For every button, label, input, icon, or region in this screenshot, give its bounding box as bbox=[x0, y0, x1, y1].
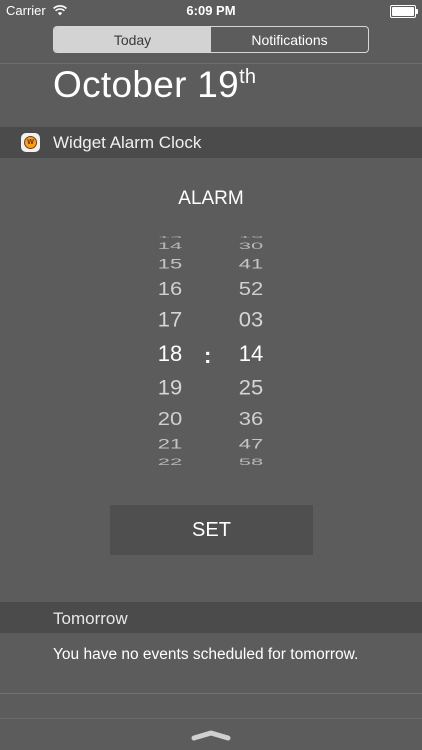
status-bar: Carrier 6:09 PM bbox=[0, 0, 422, 22]
widget-header[interactable]: W Widget Alarm Clock bbox=[0, 127, 422, 158]
time-separator: : bbox=[204, 343, 212, 368]
hour-option[interactable]: 22 bbox=[145, 458, 195, 466]
divider bbox=[0, 693, 422, 694]
minute-option[interactable]: 52 bbox=[226, 280, 276, 298]
minute-option[interactable]: 19 bbox=[226, 236, 276, 238]
minute-option[interactable]: 30 bbox=[226, 241, 276, 250]
hour-option[interactable]: 16 bbox=[145, 280, 195, 298]
minute-option[interactable]: 41 bbox=[226, 256, 276, 271]
minute-option[interactable]: 47 bbox=[226, 437, 276, 451]
minute-option[interactable]: 03 bbox=[226, 309, 276, 331]
tomorrow-title: Tomorrow bbox=[53, 609, 128, 628]
minute-option[interactable]: 25 bbox=[226, 377, 276, 398]
hour-picker[interactable]: 1314151617181920212223 bbox=[145, 236, 195, 466]
date-heading: October 19th bbox=[53, 64, 256, 106]
status-time: 6:09 PM bbox=[186, 3, 236, 18]
tab-notifications[interactable]: Notifications bbox=[211, 27, 368, 52]
tomorrow-message: You have no events scheduled for tomorro… bbox=[53, 646, 359, 663]
set-button[interactable]: SET bbox=[110, 505, 313, 555]
minute-option[interactable]: 14 bbox=[226, 343, 276, 365]
hour-option[interactable]: 18 bbox=[145, 343, 195, 365]
alarm-title: ALARM bbox=[178, 188, 244, 209]
divider bbox=[0, 718, 422, 719]
minute-option[interactable]: 58 bbox=[226, 458, 276, 466]
date-suffix: th bbox=[239, 66, 257, 88]
tab-today[interactable]: Today bbox=[54, 27, 211, 52]
hour-option[interactable]: 13 bbox=[145, 236, 195, 238]
widget-title: Widget Alarm Clock bbox=[53, 133, 202, 152]
hour-option[interactable]: 21 bbox=[145, 437, 195, 451]
hour-option[interactable]: 20 bbox=[145, 409, 195, 427]
battery-icon bbox=[390, 5, 418, 18]
minute-option[interactable]: 36 bbox=[226, 409, 276, 427]
hour-option[interactable]: 15 bbox=[145, 256, 195, 271]
hour-option[interactable]: 17 bbox=[145, 309, 195, 331]
hour-option[interactable]: 19 bbox=[145, 377, 195, 398]
tomorrow-header: Tomorrow bbox=[0, 602, 422, 633]
hour-option[interactable]: 14 bbox=[145, 241, 195, 250]
segmented-control: Today Notifications bbox=[53, 26, 369, 53]
pull-handle-icon[interactable] bbox=[190, 728, 232, 746]
minute-picker[interactable]: 1930415203142536475809 bbox=[226, 236, 276, 466]
alarm-clock-app-icon: W bbox=[21, 133, 40, 152]
date-text: October 19 bbox=[53, 64, 240, 105]
